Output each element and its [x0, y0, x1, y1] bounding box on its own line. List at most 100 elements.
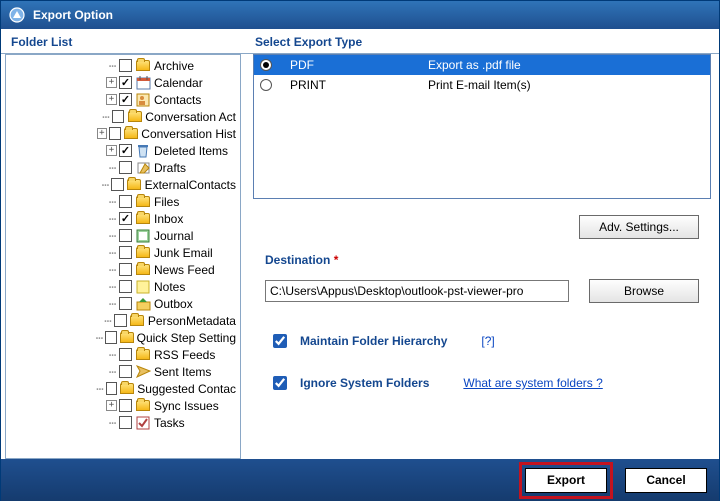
tree-checkbox[interactable] [119, 348, 132, 361]
tree-node[interactable]: ⋯ Conversation Act [8, 108, 236, 125]
tree-node[interactable]: ⋯ Files [8, 193, 236, 210]
tree-node[interactable]: ⋯Tasks [8, 414, 236, 431]
tree-node[interactable]: +Conversation Hist [8, 125, 236, 142]
system-folders-help-link[interactable]: What are system folders ? [463, 376, 602, 390]
tree-checkbox[interactable] [119, 59, 132, 72]
journal-icon [135, 228, 151, 244]
tree-checkbox[interactable] [119, 297, 132, 310]
export-type-radio[interactable] [260, 79, 272, 91]
tree-checkbox[interactable] [119, 416, 132, 429]
tree-checkbox[interactable] [119, 280, 132, 293]
export-type-row[interactable]: PRINT Print E-mail Item(s) [254, 75, 710, 95]
maintain-hierarchy-label: Maintain Folder Hierarchy [300, 334, 447, 348]
export-type-row[interactable]: PDFExport as .pdf file [254, 55, 710, 75]
expander-icon[interactable]: + [97, 128, 107, 139]
tree-node[interactable]: ⋯Drafts [8, 159, 236, 176]
folder-icon [135, 262, 151, 278]
adv-settings-button[interactable]: Adv. Settings... [579, 215, 699, 239]
tree-node[interactable]: ⋯PersonMetadata [8, 312, 236, 329]
tree-node-label: Junk Email [154, 246, 213, 260]
tree-node[interactable]: ⋯RSS Feeds [8, 346, 236, 363]
expander-icon[interactable]: + [106, 145, 117, 156]
app-logo-icon [9, 7, 25, 23]
tree-checkbox[interactable] [119, 93, 132, 106]
ignore-system-row: Ignore System Folders What are system fo… [245, 373, 719, 393]
outbox-icon [135, 296, 151, 312]
tree-node-label: Outbox [154, 297, 193, 311]
title-bar: Export Option [1, 1, 719, 29]
tree-checkbox[interactable] [119, 263, 132, 276]
folder-icon [135, 347, 151, 363]
tree-node[interactable]: +Sync Issues [8, 397, 236, 414]
tree-checkbox[interactable] [119, 195, 132, 208]
export-type-name: PRINT [290, 78, 410, 92]
expander-icon[interactable]: + [106, 77, 117, 88]
expander-icon[interactable]: + [106, 94, 117, 105]
folder-tree-scroll[interactable]: ⋯Archive+Calendar+Contacts⋯Conversation … [5, 54, 241, 459]
ignore-system-checkbox[interactable] [273, 376, 287, 390]
browse-button[interactable]: Browse [589, 279, 699, 303]
tree-node[interactable]: ⋯ExternalContacts [8, 176, 236, 193]
destination-label: Destination * [245, 253, 719, 271]
expander-icon[interactable]: + [106, 400, 117, 411]
cancel-button[interactable]: Cancel [625, 468, 707, 493]
tree-node[interactable]: ⋯Archive [8, 57, 236, 74]
tree-checkbox[interactable] [119, 144, 132, 157]
calendar-icon [135, 75, 151, 91]
export-type-radio[interactable] [260, 59, 272, 71]
tree-node[interactable]: ⋯News Feed [8, 261, 236, 278]
tree-node-label: Archive [154, 59, 194, 73]
tree-checkbox[interactable] [109, 127, 121, 140]
tree-node-label: Quick Step Setting [137, 331, 236, 345]
tree-checkbox[interactable] [119, 399, 132, 412]
tasks-icon [135, 415, 151, 431]
tree-checkbox[interactable] [111, 178, 123, 191]
tree-node[interactable]: ⋯Quick Step Setting [8, 329, 236, 346]
tree-elbow-icon: ⋯ [106, 348, 119, 362]
tree-checkbox[interactable] [119, 212, 132, 225]
tree-checkbox[interactable] [119, 229, 132, 242]
export-type-name: PDF [290, 58, 410, 72]
export-type-list: PDFExport as .pdf file PRINT Print E-mail … [253, 54, 711, 199]
tree-checkbox[interactable] [106, 382, 118, 395]
folder-icon [135, 58, 151, 74]
tree-checkbox[interactable] [105, 331, 117, 344]
tree-node-label: Journal [154, 229, 193, 243]
tree-elbow-icon: ⋯ [106, 195, 119, 209]
tree-node[interactable]: ⋯Sent Items [8, 363, 236, 380]
maintain-hierarchy-help-link[interactable]: [?] [481, 334, 494, 348]
tree-node[interactable]: +Deleted Items [8, 142, 236, 159]
tree-node[interactable]: +Contacts [8, 91, 236, 108]
maintain-hierarchy-checkbox[interactable] [273, 334, 287, 348]
tree-checkbox[interactable] [119, 161, 132, 174]
maintain-hierarchy-row: Maintain Folder Hierarchy [?] [245, 331, 719, 351]
tree-checkbox[interactable] [119, 76, 132, 89]
export-button[interactable]: Export [525, 468, 607, 493]
tree-elbow-icon: ⋯ [106, 161, 119, 175]
folder-list-header: Folder List [1, 29, 245, 54]
tree-node-label: Files [154, 195, 179, 209]
tree-node[interactable]: ⋯Outbox [8, 295, 236, 312]
tree-node[interactable]: ⋯Junk Email [8, 244, 236, 261]
tree-elbow-icon: ⋯ [100, 110, 112, 124]
tree-checkbox[interactable] [114, 314, 127, 327]
tree-checkbox[interactable] [112, 110, 124, 123]
ignore-system-label: Ignore System Folders [300, 376, 429, 390]
tree-checkbox[interactable] [119, 365, 132, 378]
tree-node[interactable]: ⋯Inbox [8, 210, 236, 227]
tree-checkbox[interactable] [119, 246, 132, 259]
export-type-desc: Print E-mail Item(s) [428, 78, 531, 92]
tree-node-label: Sent Items [154, 365, 211, 379]
tree-node-label: Conversation Act [145, 110, 236, 124]
tree-elbow-icon: ⋯ [102, 314, 114, 328]
deleted-icon [135, 143, 151, 159]
tree-node-label: Inbox [154, 212, 183, 226]
tree-node[interactable]: ⋯Journal [8, 227, 236, 244]
tree-node[interactable]: +Calendar [8, 74, 236, 91]
destination-input[interactable] [265, 280, 569, 302]
export-button-highlight: Export [519, 462, 613, 499]
folder-icon [120, 381, 134, 397]
tree-node[interactable]: ⋯Suggested Contac [8, 380, 236, 397]
tree-elbow-icon: ⋯ [99, 178, 111, 192]
tree-node[interactable]: ⋯Notes [8, 278, 236, 295]
